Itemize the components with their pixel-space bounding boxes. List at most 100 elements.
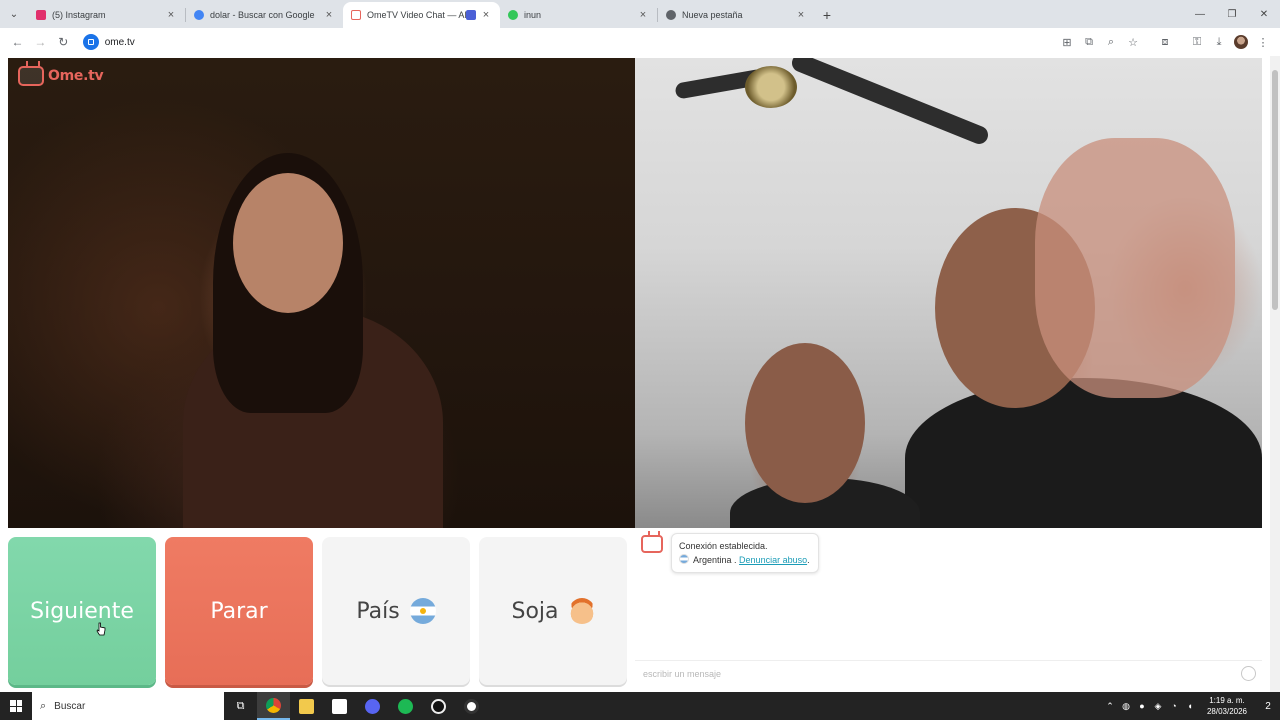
reload-icon[interactable]: ↻: [52, 30, 75, 54]
window-controls: — ❐ ✕: [1184, 0, 1280, 28]
stranger-face: [233, 173, 343, 313]
notification-center-icon[interactable]: 2: [1256, 692, 1280, 720]
stop-label: Parar: [210, 598, 268, 624]
chat-panel: Conexión establecida. Argentina . Denunc…: [635, 528, 1262, 686]
ometv-page: Ome.tv Siguiente Parar País Soja Conexió…: [0, 56, 1280, 692]
chrome-favicon-icon: [666, 10, 676, 20]
stranger-video: Ome.tv: [8, 58, 635, 528]
volume-icon[interactable]: ◖: [1182, 701, 1198, 711]
close-tab-icon[interactable]: ×: [795, 9, 807, 21]
network-icon[interactable]: ◍: [1118, 701, 1134, 712]
back-icon[interactable]: ←: [6, 30, 29, 54]
close-tab-icon[interactable]: ×: [480, 9, 492, 21]
menu-kebab-icon[interactable]: ⋮: [1252, 31, 1274, 53]
bookmark-star-icon[interactable]: ☆: [1122, 31, 1144, 53]
windows-taskbar: ⌕ Buscar ⧉ ⌃ ◍ ● ◈ ◔ ◖ 1:19 a. m. 28/03/…: [0, 692, 1280, 720]
task-view-icon[interactable]: ⧉: [224, 692, 257, 720]
emoji-icon[interactable]: [1241, 666, 1256, 681]
translate-icon[interactable]: ⊞: [1056, 31, 1078, 53]
chrome-taskbar-icon[interactable]: [257, 692, 290, 720]
taskbar-clock[interactable]: 1:19 a. m. 28/03/2026: [1198, 695, 1256, 717]
tab-instagram[interactable]: (5) Instagram ×: [28, 2, 185, 28]
chevron-up-icon[interactable]: ⌃: [1102, 701, 1118, 712]
close-window-icon[interactable]: ✕: [1248, 0, 1280, 28]
windows-logo-icon: [10, 700, 22, 712]
next-label: Siguiente: [30, 598, 134, 624]
toolbar-actions: ⊞ ⧉ ⌕ ☆ ⧈ ⚿ ⤓ ⋮: [1056, 31, 1280, 53]
zoom-icon[interactable]: ⌕: [1100, 31, 1122, 53]
connection-status: Conexión establecida.: [679, 541, 768, 551]
country-filter-button[interactable]: País: [322, 537, 470, 685]
site-info-icon[interactable]: [82, 34, 99, 50]
wifi-icon[interactable]: ◔: [1166, 701, 1182, 711]
tab-new[interactable]: Nueva pestaña ×: [658, 2, 815, 28]
taskbar-search[interactable]: ⌕ Buscar: [32, 692, 224, 720]
start-button[interactable]: [0, 692, 32, 720]
close-tab-icon[interactable]: ×: [637, 9, 649, 21]
spotify-icon[interactable]: [389, 692, 422, 720]
webcam-app-icon[interactable]: [455, 692, 488, 720]
partner-info: Argentina . Denunciar abuso.: [679, 553, 810, 567]
partner-country: Argentina .: [693, 555, 737, 565]
passwords-key-icon[interactable]: ⚿: [1186, 31, 1208, 53]
search-icon: ⌕: [40, 699, 47, 712]
forward-icon[interactable]: →: [29, 30, 52, 54]
close-tab-icon[interactable]: ×: [165, 9, 177, 21]
tab-inun[interactable]: inun ×: [500, 2, 657, 28]
ometv-favicon-icon: [351, 10, 361, 20]
address-bar[interactable]: ome.tv: [82, 31, 1056, 53]
tab-media-icon: [466, 10, 476, 20]
file-explorer-icon[interactable]: [290, 692, 323, 720]
tv-logo-icon: [18, 66, 44, 86]
tab-title: dolar - Buscar con Google: [210, 10, 315, 20]
discord-icon[interactable]: [356, 692, 389, 720]
inun-favicon-icon: [508, 10, 518, 20]
ometv-logo: Ome.tv: [18, 66, 104, 86]
self-video: [635, 58, 1262, 528]
notification-count: 2: [1265, 700, 1271, 712]
restore-icon[interactable]: ❐: [1216, 0, 1248, 28]
fan-blade: [789, 58, 991, 147]
profile-avatar[interactable]: [1230, 31, 1252, 53]
tab-title: OmeTV Video Chat — Alter: [367, 10, 466, 20]
report-abuse-link[interactable]: Denunciar abuso: [739, 555, 807, 565]
raised-hand: [1035, 138, 1235, 398]
close-tab-icon[interactable]: ×: [323, 9, 335, 21]
tab-strip: ⌄ (5) Instagram × dolar - Buscar con Goo…: [0, 0, 1280, 28]
browser-toolbar: ← → ↻ ome.tv ⊞ ⧉ ⌕ ☆ ⧈ ⚿ ⤓ ⋮: [0, 28, 1280, 56]
stop-button[interactable]: Parar: [165, 537, 313, 685]
google-favicon-icon: [194, 10, 204, 20]
tab-title: Nueva pestaña: [682, 10, 743, 20]
gender-filter-button[interactable]: Soja: [479, 537, 627, 685]
message-input[interactable]: escribir un mensaje: [635, 660, 1262, 686]
page-scrollbar[interactable]: [1270, 56, 1280, 692]
argentina-flag-icon: [679, 554, 689, 564]
install-app-icon[interactable]: ⧉: [1078, 31, 1100, 53]
logo-text: Ome.tv: [48, 68, 104, 84]
system-tray: ⌃ ◍ ● ◈ ◔ ◖ 1:19 a. m. 28/03/2026 2: [1102, 692, 1280, 720]
report-suffix: .: [807, 555, 810, 565]
country-label: País: [356, 598, 400, 624]
person-emoji-icon: [568, 598, 595, 624]
minimize-icon[interactable]: —: [1184, 0, 1216, 28]
store-icon[interactable]: [323, 692, 356, 720]
person-right-body: [905, 378, 1262, 528]
obs-icon[interactable]: [422, 692, 455, 720]
argentina-flag-icon: [409, 598, 436, 624]
tab-ometv[interactable]: OmeTV Video Chat — Alter ×: [343, 2, 500, 28]
next-button[interactable]: Siguiente: [8, 537, 156, 685]
new-tab-button[interactable]: +: [815, 2, 839, 28]
mouse-pointer-icon: [96, 622, 106, 636]
tab-title: (5) Instagram: [52, 10, 106, 20]
extensions-icon[interactable]: ⧈: [1154, 31, 1176, 53]
location-icon[interactable]: ◈: [1150, 701, 1166, 712]
ometv-avatar-icon: [641, 531, 663, 553]
gender-label: Soja: [511, 598, 559, 624]
microphone-icon[interactable]: ●: [1134, 701, 1150, 711]
ceiling-fan: [674, 58, 991, 147]
download-icon[interactable]: ⤓: [1208, 31, 1230, 53]
tab-google[interactable]: dolar - Buscar con Google ×: [186, 2, 343, 28]
scrollbar-thumb[interactable]: [1272, 70, 1278, 310]
url-text: ome.tv: [104, 36, 135, 48]
tab-search-icon[interactable]: ⌄: [0, 0, 28, 28]
